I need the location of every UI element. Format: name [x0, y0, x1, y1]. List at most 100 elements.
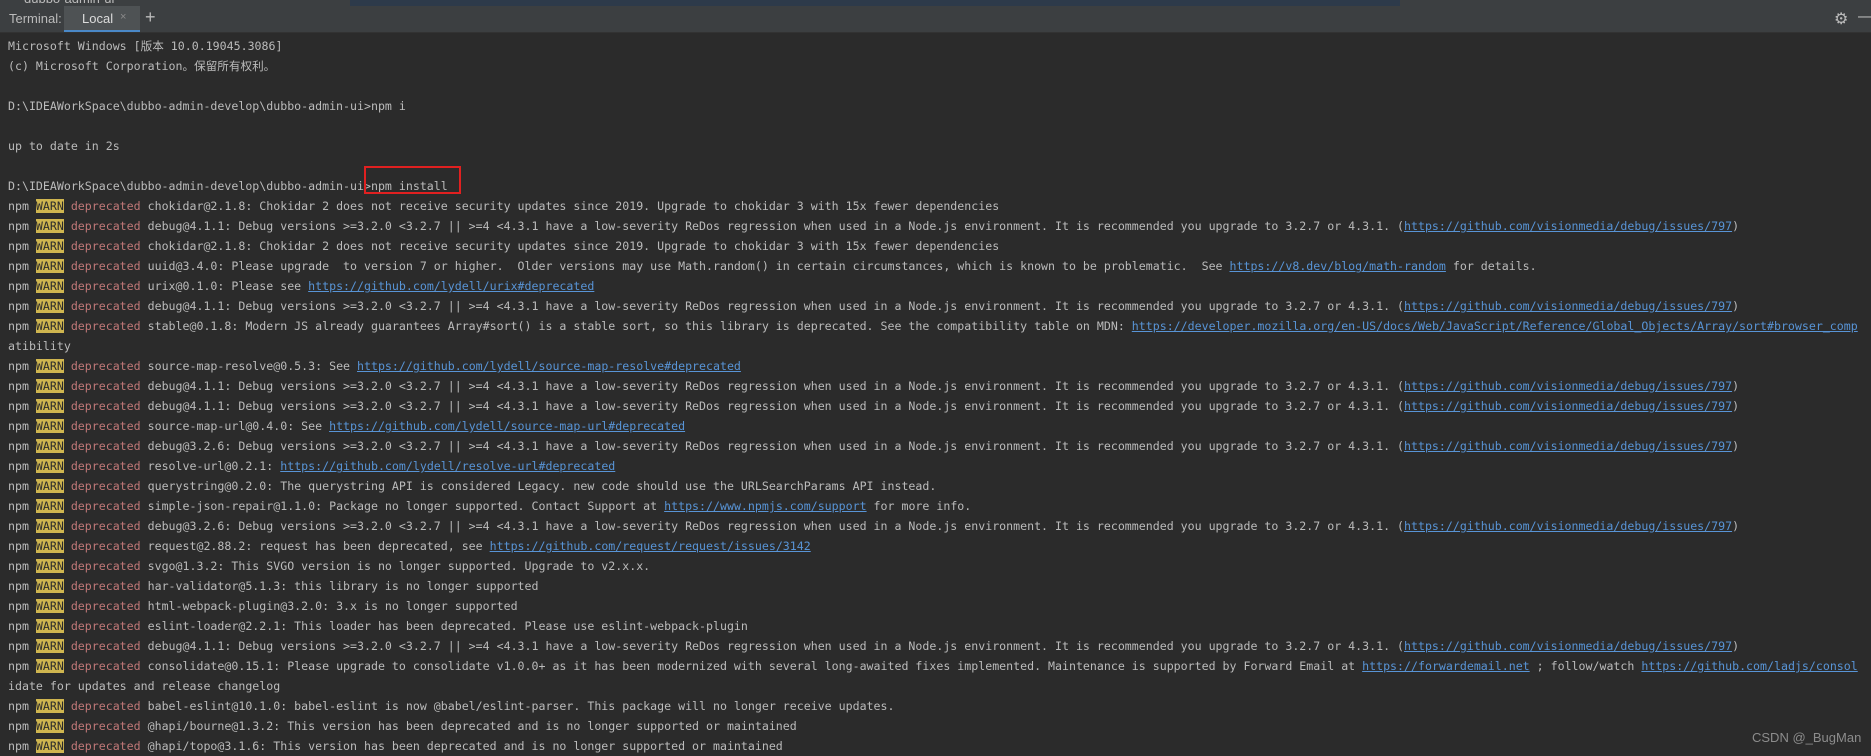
minus-icon[interactable]: —	[1858, 8, 1871, 26]
output-link[interactable]: https://github.com/ladjs/consol	[1641, 659, 1857, 673]
output-text: debug@3.2.6: Debug versions >=3.2.0 <3.2…	[140, 519, 1405, 533]
output-text: npm	[8, 719, 36, 733]
terminal-line: npm WARN deprecated debug@3.2.6: Debug v…	[8, 436, 1863, 456]
deprecated-label: deprecated	[63, 659, 141, 673]
highlight-box	[364, 166, 461, 194]
terminal-line: npm WARN deprecated uuid@3.4.0: Please u…	[8, 256, 1863, 276]
deprecated-label: deprecated	[63, 379, 141, 393]
output-link[interactable]: https://github.com/visionmedia/debug/iss…	[1404, 379, 1732, 393]
warn-badge: WARN	[35, 519, 64, 533]
output-text: npm	[8, 579, 36, 593]
terminal-line: up to date in 2s	[8, 136, 1863, 156]
output-text: consolidate@0.15.1: Please upgrade to co…	[140, 659, 1363, 673]
deprecated-label: deprecated	[63, 219, 141, 233]
terminal-line: npm WARN deprecated urix@0.1.0: Please s…	[8, 276, 1863, 296]
output-link[interactable]: https://github.com/request/request/issue…	[490, 539, 811, 553]
output-link[interactable]: https://v8.dev/blog/math-random	[1230, 259, 1446, 273]
deprecated-label: deprecated	[63, 259, 141, 273]
output-link[interactable]: https://github.com/visionmedia/debug/iss…	[1404, 399, 1732, 413]
deprecated-label: deprecated	[63, 619, 141, 633]
warn-badge: WARN	[35, 739, 64, 753]
output-text: npm	[8, 299, 36, 313]
output-text: simple-json-repair@1.1.0: Package no lon…	[140, 499, 665, 513]
output-text: chokidar@2.1.8: Chokidar 2 does not rece…	[140, 239, 1000, 253]
terminal-line: atibility	[8, 336, 1863, 356]
terminal-line: npm WARN deprecated debug@4.1.1: Debug v…	[8, 216, 1863, 236]
deprecated-label: deprecated	[63, 419, 141, 433]
terminal-tab-bar: Terminal: Local × + ⚙ —	[0, 6, 1871, 33]
output-link[interactable]: https://forwardemail.net	[1362, 659, 1530, 673]
warn-badge: WARN	[35, 459, 64, 473]
watermark: CSDN @_BugMan	[1752, 730, 1862, 745]
deprecated-label: deprecated	[63, 399, 141, 413]
terminal-line: npm WARN deprecated debug@3.2.6: Debug v…	[8, 516, 1863, 536]
warn-badge: WARN	[35, 379, 64, 393]
deprecated-label: deprecated	[63, 719, 141, 733]
warn-badge: WARN	[35, 399, 64, 413]
output-text: D:\IDEAWorkSpace\dubbo-admin-develop\dub…	[8, 99, 406, 113]
warn-badge: WARN	[35, 439, 64, 453]
deprecated-label: deprecated	[63, 499, 141, 513]
terminal-line: npm WARN deprecated debug@4.1.1: Debug v…	[8, 376, 1863, 396]
terminal-line: npm WARN deprecated stable@0.1.8: Modern…	[8, 316, 1863, 336]
warn-badge: WARN	[35, 619, 64, 633]
deprecated-label: deprecated	[63, 579, 141, 593]
warn-badge: WARN	[35, 319, 64, 333]
terminal-output[interactable]: Microsoft Windows [版本 10.0.19045.3086] (c…	[8, 36, 1863, 756]
output-text: Microsoft Windows [版本 10.0.19045.3086]	[8, 39, 283, 53]
tab-local[interactable]: Local ×	[64, 6, 140, 32]
output-text: )	[1732, 639, 1740, 653]
deprecated-label: deprecated	[63, 559, 141, 573]
output-link[interactable]: https://developer.mozilla.org/en-US/docs…	[1132, 319, 1858, 333]
terminal-line: idate for updates and release changelog	[8, 676, 1863, 696]
warn-badge: WARN	[35, 639, 64, 653]
warn-badge: WARN	[35, 479, 64, 493]
deprecated-label: deprecated	[63, 699, 141, 713]
output-text: debug@4.1.1: Debug versions >=3.2.0 <3.2…	[140, 299, 1405, 313]
output-link[interactable]: https://github.com/visionmedia/debug/iss…	[1404, 519, 1732, 533]
output-link[interactable]: https://github.com/visionmedia/debug/iss…	[1404, 639, 1732, 653]
output-text: @hapi/topo@3.1.6: This version has been …	[140, 739, 783, 753]
output-text: npm	[8, 199, 36, 213]
warn-badge: WARN	[35, 579, 64, 593]
output-text: npm	[8, 499, 36, 513]
output-text: atibility	[8, 339, 71, 353]
deprecated-label: deprecated	[63, 639, 141, 653]
output-text: debug@4.1.1: Debug versions >=3.2.0 <3.2…	[140, 219, 1405, 233]
warn-badge: WARN	[35, 539, 64, 553]
output-text: eslint-loader@2.2.1: This loader has bee…	[140, 619, 748, 633]
plus-icon[interactable]: +	[145, 7, 156, 28]
output-link[interactable]: https://github.com/visionmedia/debug/iss…	[1404, 439, 1732, 453]
output-link[interactable]: https://github.com/visionmedia/debug/iss…	[1404, 219, 1732, 233]
terminal-line: Microsoft Windows [版本 10.0.19045.3086]	[8, 36, 1863, 56]
output-text: npm	[8, 639, 36, 653]
terminal-line: npm WARN deprecated querystring@0.2.0: T…	[8, 476, 1863, 496]
output-text: debug@4.1.1: Debug versions >=3.2.0 <3.2…	[140, 379, 1405, 393]
terminal-line: npm WARN deprecated debug@4.1.1: Debug v…	[8, 396, 1863, 416]
terminal-line: npm WARN deprecated har-validator@5.1.3:…	[8, 576, 1863, 596]
output-link[interactable]: https://www.npmjs.com/support	[664, 499, 866, 513]
output-link[interactable]: https://github.com/lydell/resolve-url#de…	[280, 459, 615, 473]
warn-badge: WARN	[35, 239, 64, 253]
output-text: npm	[8, 659, 36, 673]
terminal-line: (c) Microsoft Corporation。保留所有权利。	[8, 56, 1863, 76]
gear-icon[interactable]: ⚙	[1834, 9, 1848, 29]
warn-badge: WARN	[35, 699, 64, 713]
output-link[interactable]: https://github.com/lydell/source-map-url…	[329, 419, 685, 433]
warn-badge: WARN	[35, 359, 64, 373]
output-text: )	[1732, 399, 1740, 413]
output-text: npm	[8, 279, 36, 293]
close-icon[interactable]: ×	[120, 11, 126, 23]
terminal-line: npm WARN deprecated simple-json-repair@1…	[8, 496, 1863, 516]
output-text: )	[1732, 379, 1740, 393]
output-link[interactable]: https://github.com/visionmedia/debug/iss…	[1404, 299, 1732, 313]
output-link[interactable]: https://github.com/lydell/urix#deprecate…	[308, 279, 594, 293]
output-text: babel-eslint@10.1.0: babel-eslint is now…	[140, 699, 895, 713]
output-text: querystring@0.2.0: The querystring API i…	[140, 479, 937, 493]
output-text: debug@4.1.1: Debug versions >=3.2.0 <3.2…	[140, 399, 1405, 413]
terminal-line: npm WARN deprecated @hapi/topo@3.1.6: Th…	[8, 736, 1863, 756]
output-link[interactable]: https://github.com/lydell/source-map-res…	[357, 359, 741, 373]
terminal-line: D:\IDEAWorkSpace\dubbo-admin-develop\dub…	[8, 176, 1863, 196]
